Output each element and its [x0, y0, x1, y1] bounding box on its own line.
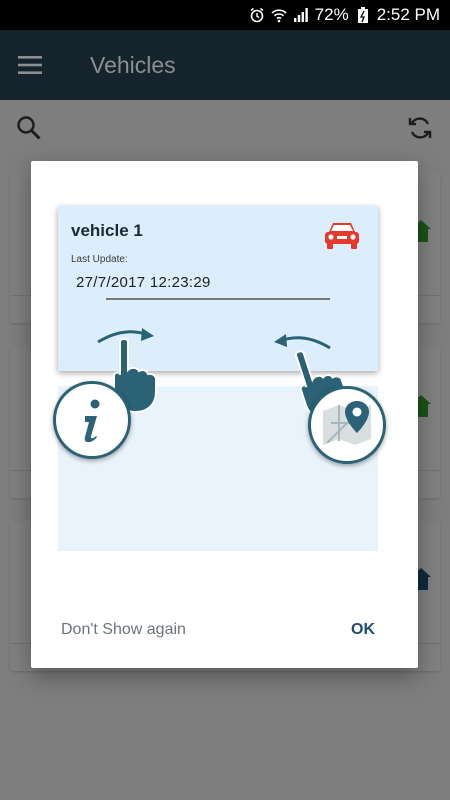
last-update-value: 27/7/2017 12:23:29: [76, 274, 211, 291]
ok-button[interactable]: OK: [351, 621, 375, 639]
wifi-icon: [271, 7, 287, 23]
last-update-label: Last Update:: [71, 254, 128, 265]
car-icon: [325, 223, 359, 249]
battery-charging-icon: [355, 7, 371, 23]
hamburger-menu-icon: [18, 56, 42, 74]
map-badge: [308, 386, 386, 464]
alarm-icon: [249, 7, 265, 23]
app-bar: Vehicles: [0, 30, 450, 100]
vehicle-name: vehicle 1: [71, 221, 143, 240]
menu-button[interactable]: [0, 30, 60, 100]
swipe-tutorial-illustration: vehicle 1 Last Update: 27/7/2017 12:23:2…: [53, 206, 386, 551]
dont-show-again-button[interactable]: Don't Show again: [61, 621, 186, 639]
swipe-tutorial-dialog: vehicle 1 Last Update: 27/7/2017 12:23:2…: [31, 161, 418, 668]
page-title: Vehicles: [90, 51, 176, 78]
map-pin-icon: [323, 401, 371, 445]
signal-icon: [293, 7, 309, 23]
battery-percent: 72%: [314, 5, 349, 24]
clock: 2:52 PM: [376, 5, 440, 24]
divider: [106, 298, 330, 300]
status-bar: 72% 2:52 PM: [0, 0, 450, 30]
info-badge: [53, 381, 131, 459]
info-icon: [84, 399, 100, 442]
